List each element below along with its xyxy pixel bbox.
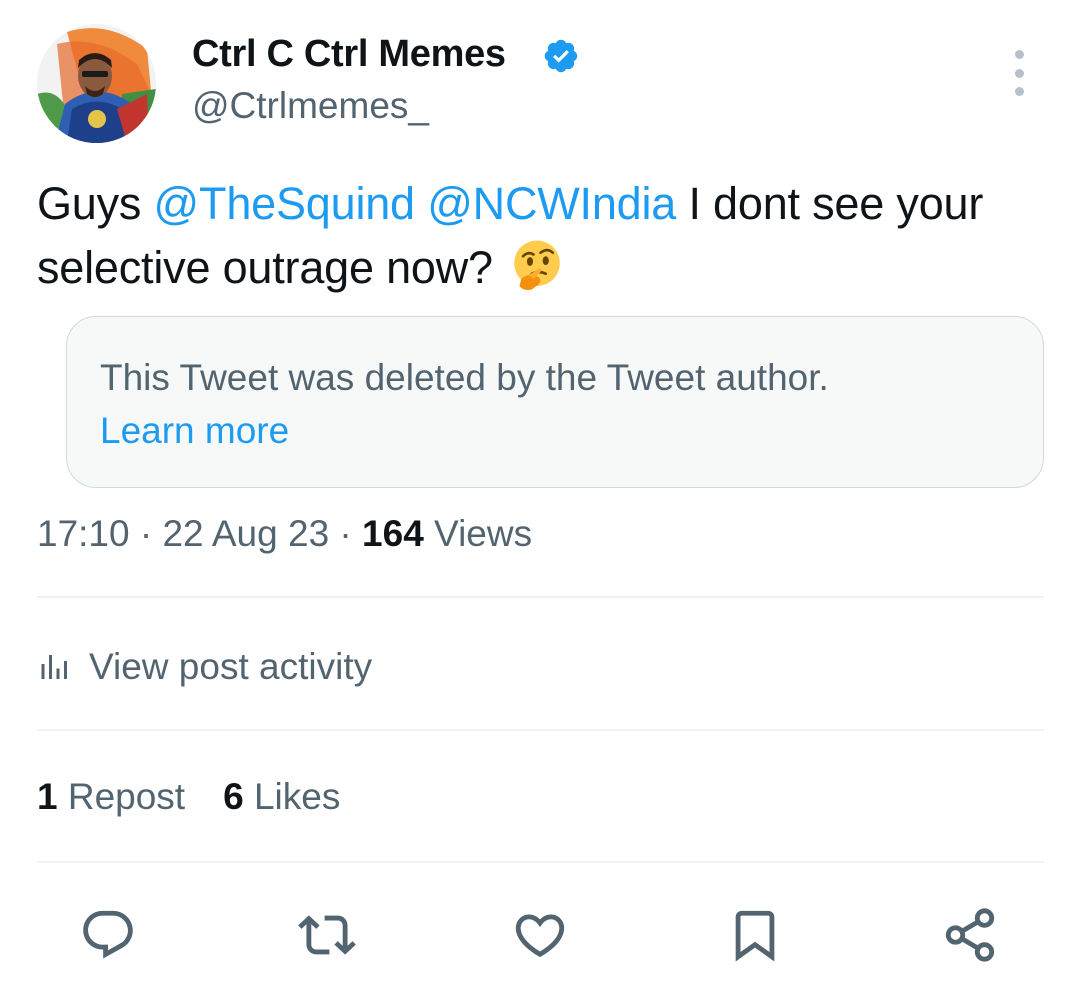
deleted-quote-box[interactable]: This Tweet was deleted by the Tweet auth… [66,316,1044,488]
views-label: Views [423,513,533,554]
mention-link[interactable]: @NCWIndia [427,178,676,229]
reposts-count-link[interactable]: 1 Repost [37,776,185,817]
learn-more-link[interactable]: Learn more [100,410,289,452]
tweet-time[interactable]: 17:10 [37,513,130,554]
view-post-activity[interactable]: View post activity [37,642,372,692]
tweet-text: Guys @TheSquind @NCWIndia I dont see you… [37,172,1037,300]
likes-count: 6 [223,776,244,817]
thinking-face-icon [514,240,560,290]
meta-separator: · [129,513,163,554]
repost-button[interactable] [297,905,357,965]
likes-label: Likes [243,776,341,817]
divider [37,596,1044,598]
share-icon [945,908,995,962]
tweet-text-segment: Guys [37,178,154,229]
verified-badge-icon[interactable] [542,37,580,75]
tweet-text-segment [415,178,427,229]
author-handle[interactable]: @Ctrlmemes_ [192,85,429,127]
repost-icon [298,915,356,955]
reply-icon [83,910,133,959]
avatar-image [37,24,156,143]
view-post-activity-label: View post activity [89,646,373,687]
reply-button[interactable] [78,905,138,965]
meta-separator: · [329,513,363,554]
tweet-meta: 17:10 · 22 Aug 23 · 164 Views [37,513,532,555]
divider [37,861,1044,863]
bookmark-button[interactable] [725,905,785,965]
reposts-count: 1 [37,776,58,817]
like-icon [515,914,565,958]
like-button[interactable] [510,905,570,965]
views-count: 164 [362,513,424,554]
display-name[interactable]: Ctrl C Ctrl Memes [192,33,506,76]
tweet-date[interactable]: 22 Aug 23 [162,513,329,554]
analytics-icon [41,655,67,679]
more-options-icon[interactable] [1004,50,1034,96]
engagement-counts: 1 Repost 6 Likes [37,776,340,818]
divider [37,729,1044,731]
reposts-label: Repost [57,776,186,817]
bookmark-icon [735,910,775,962]
avatar[interactable] [37,24,156,143]
deleted-notice: This Tweet was deleted by the Tweet auth… [100,357,829,398]
likes-count-link[interactable]: 6 Likes [223,776,340,817]
share-button[interactable] [940,905,1000,965]
mention-link[interactable]: @TheSquind [154,178,416,229]
